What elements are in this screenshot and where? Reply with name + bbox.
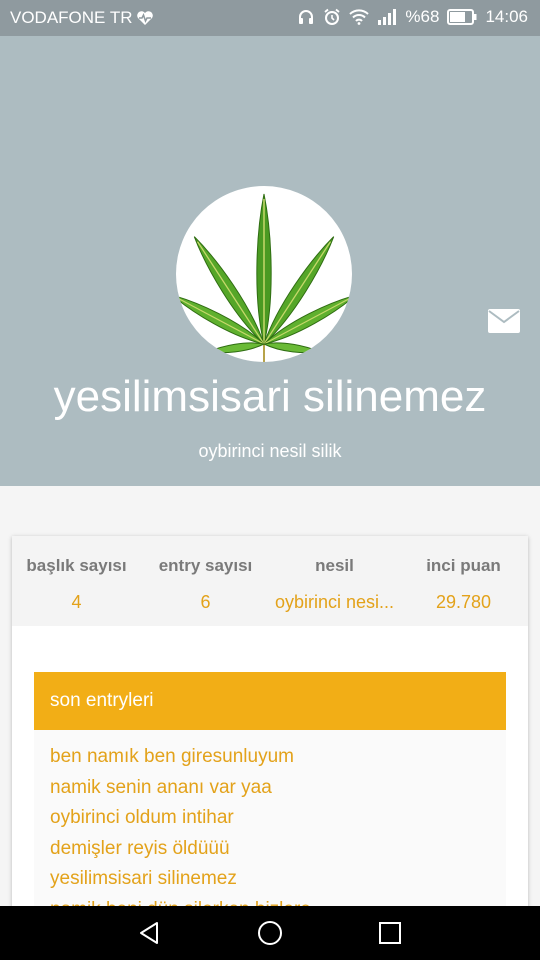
entry-link[interactable]: demişler reyis öldüüü xyxy=(50,834,490,865)
carrier-label: VODAFONE TR xyxy=(10,8,133,27)
stat-points: inci puan 29.780 xyxy=(399,536,528,626)
stat-value: 4 xyxy=(71,592,82,612)
navigation-bar xyxy=(0,906,540,960)
clock-label: 14:06 xyxy=(485,7,528,26)
recent-entries-list: ben namık ben giresunluyum namik senin a… xyxy=(34,730,506,916)
stat-label: entry sayısı xyxy=(158,556,253,575)
stat-label: inci puan xyxy=(426,556,501,575)
stat-entry-count[interactable]: entry sayısı 6 xyxy=(141,536,270,626)
stat-topic-count[interactable]: başlık sayısı 4 xyxy=(12,536,141,626)
status-bar: VODAFONE TR %68 14:06 xyxy=(0,0,540,36)
entry-link[interactable]: oybirinci oldum intihar xyxy=(50,803,490,834)
stat-label: başlık sayısı xyxy=(26,556,127,575)
avatar[interactable] xyxy=(176,186,352,362)
status-icons: %68 14:06 xyxy=(297,7,528,27)
stat-value: 6 xyxy=(200,592,211,612)
stats-row: başlık sayısı 4 entry sayısı 6 nesil oyb… xyxy=(12,536,528,626)
stat-generation: nesil oybirinci nesi... xyxy=(270,536,399,626)
recents-icon[interactable] xyxy=(375,918,405,948)
stat-label: nesil xyxy=(315,556,354,575)
stat-value: oybirinci nesi... xyxy=(274,592,395,612)
battery-icon xyxy=(447,9,477,25)
profile-card: başlık sayısı 4 entry sayısı 6 nesil oyb… xyxy=(12,536,528,916)
alarm-icon xyxy=(323,8,341,26)
stat-value: 29.780 xyxy=(435,592,492,612)
entry-link[interactable]: yesilimsisari silinemez xyxy=(50,864,490,895)
cannabis-leaf-icon xyxy=(176,193,352,362)
headphones-icon xyxy=(297,8,315,26)
entry-link[interactable]: namik senin ananı var yaa xyxy=(50,773,490,804)
profile-subtitle: oybirinci nesil silik xyxy=(198,441,342,461)
back-icon[interactable] xyxy=(135,918,165,948)
wifi-icon xyxy=(349,9,370,25)
entry-link[interactable]: ben namık ben giresunluyum xyxy=(50,742,490,773)
signal-icon xyxy=(377,9,397,25)
profile-name: yesilimsisari silinemez xyxy=(53,372,487,421)
recent-entries-header: son entryleri xyxy=(34,672,506,730)
home-icon[interactable] xyxy=(255,918,285,948)
mail-icon[interactable] xyxy=(488,309,520,333)
carrier: VODAFONE TR xyxy=(10,8,154,28)
heart-monitor-icon xyxy=(136,10,154,26)
battery-label: %68 xyxy=(405,7,440,26)
